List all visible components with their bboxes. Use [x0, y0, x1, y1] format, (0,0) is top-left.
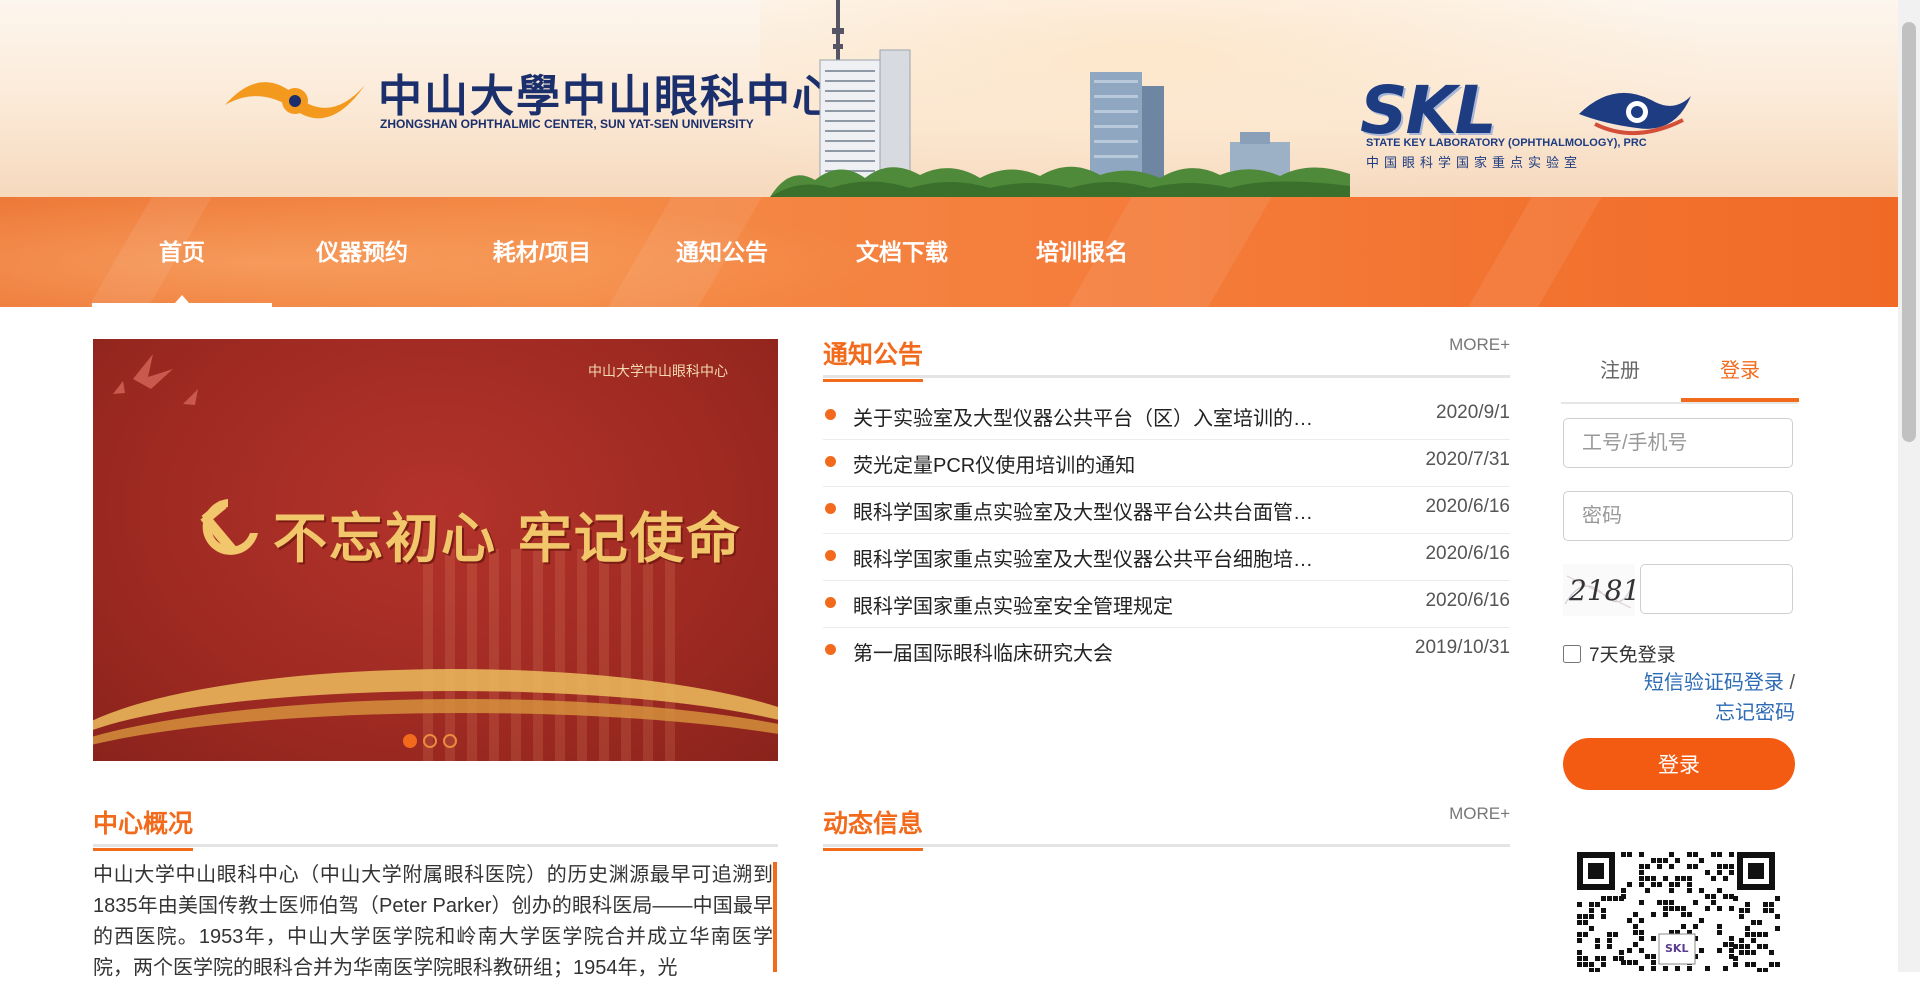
remember-checkbox[interactable]: [1563, 644, 1581, 663]
org-name-cn: 中山大學中山眼科中心: [378, 71, 838, 122]
banner-slider[interactable]: 中山大学中山眼科中心 不忘初心 牢记使命: [93, 339, 778, 761]
slider-mini-logo: 中山大学中山眼科中心: [588, 361, 728, 381]
nav-item-notices[interactable]: 通知公告: [632, 197, 812, 307]
nav-item-label: 培训报名: [1036, 239, 1128, 265]
bullet-icon: [825, 597, 836, 608]
remember-label: 7天免登录: [1589, 645, 1676, 666]
bullet-icon: [825, 409, 836, 420]
header-banner: 中山大學中山眼科中心 ZHONGSHAN OPHTHALMIC CENTER, …: [0, 0, 1898, 197]
nav-item-downloads[interactable]: 文档下载: [812, 197, 992, 307]
bullet-icon: [825, 456, 836, 467]
notice-item[interactable]: 荧光定量PCR仪使用培训的通知 2020/7/31: [823, 440, 1510, 487]
notice-title: 关于实验室及大型仪器公共平台（区）入室培训的…: [853, 408, 1313, 430]
bullet-icon: [825, 644, 836, 655]
notice-date: 2020/6/16: [1425, 543, 1510, 564]
password-input[interactable]: [1563, 491, 1793, 541]
eye-logo-icon: [225, 82, 365, 119]
overview-title: 中心概况: [93, 804, 194, 851]
slider-slogan: 不忘初心 牢记使命: [273, 506, 742, 570]
nav-item-label: 仪器预约: [316, 239, 408, 265]
login-button[interactable]: 登录: [1563, 738, 1795, 790]
notice-title: 眼科学国家重点实验室及大型仪器公共平台细胞培…: [853, 549, 1313, 571]
notice-date: 2020/9/1: [1436, 402, 1510, 423]
org-name-en: ZHONGSHAN OPHTHALMIC CENTER, SUN YAT-SEN…: [380, 117, 754, 131]
notices-header: 通知公告 MORE+: [823, 335, 1510, 382]
tab-register[interactable]: 注册: [1561, 354, 1679, 383]
campus-buildings-image: [770, 0, 1350, 197]
notice-item[interactable]: 眼科学国家重点实验室安全管理规定 2020/6/16: [823, 581, 1510, 628]
overview-scroll-indicator[interactable]: [773, 862, 777, 972]
slider-mini-logo-text: 中山大学中山眼科中心: [588, 363, 728, 379]
bullet-icon: [825, 503, 836, 514]
captcha-code: 2181: [1568, 574, 1635, 607]
notice-date: 2020/7/31: [1425, 449, 1510, 470]
slider-dot[interactable]: [423, 734, 437, 748]
svg-text:SKL: SKL: [1665, 942, 1688, 955]
skl-logo[interactable]: SKL STATE KEY LABORATORY (OPHTHALMOLOGY)…: [1360, 78, 1700, 178]
login-links: 短信验证码登录 / 忘记密码: [1561, 668, 1795, 728]
notices-title: 通知公告: [823, 335, 924, 382]
forgot-password-link[interactable]: 忘记密码: [1715, 702, 1795, 724]
skl-eye-icon: [1579, 92, 1691, 135]
notice-title: 眼科学国家重点实验室安全管理规定: [853, 596, 1173, 618]
main-nav: 首页 仪器预约 耗材/项目 通知公告 文档下载 培训报名: [0, 197, 1898, 307]
notice-date: 2019/10/31: [1414, 637, 1510, 658]
notice-date: 2020/6/16: [1425, 590, 1510, 611]
notices-list: 关于实验室及大型仪器公共平台（区）入室培训的… 2020/9/1 荧光定量PCR仪…: [823, 393, 1510, 675]
notice-item[interactable]: 第一届国际眼科临床研究大会 2019/10/31: [823, 628, 1510, 675]
notice-title: 眼科学国家重点实验室及大型仪器平台公共台面管…: [853, 502, 1313, 524]
nav-item-home[interactable]: 首页: [92, 197, 272, 307]
notice-item[interactable]: 眼科学国家重点实验室及大型仪器公共平台细胞培… 2020/6/16: [823, 534, 1510, 581]
bullet-icon: [825, 550, 836, 561]
nav-item-training[interactable]: 培训报名: [992, 197, 1172, 307]
page-scrollbar[interactable]: [1898, 0, 1920, 972]
link-separator: /: [1789, 672, 1795, 694]
login-tabs: 注册 登录: [1561, 340, 1799, 404]
zhongshan-logo[interactable]: 中山大學中山眼科中心 ZHONGSHAN OPHTHALMIC CENTER, …: [220, 55, 836, 145]
hammer-sickle-icon: [200, 499, 258, 555]
overview-header: 中心概况: [93, 804, 778, 851]
notice-item[interactable]: 关于实验室及大型仪器公共平台（区）入室培训的… 2020/9/1: [823, 393, 1510, 440]
notice-title: 荧光定量PCR仪使用培训的通知: [853, 455, 1136, 477]
nav-item-instrument-booking[interactable]: 仪器预约: [272, 197, 452, 307]
notice-item[interactable]: 眼科学国家重点实验室及大型仪器平台公共台面管… 2020/6/16: [823, 487, 1510, 534]
slider-dot[interactable]: [403, 734, 417, 748]
notices-more-link[interactable]: MORE+: [1449, 335, 1510, 355]
slider-dot[interactable]: [443, 734, 457, 748]
nav-item-label: 首页: [159, 239, 205, 265]
nav-items: 首页 仪器预约 耗材/项目 通知公告 文档下载 培训报名: [92, 197, 1172, 307]
nav-streak: [1468, 197, 1602, 307]
doves-decoration-icon: [113, 354, 198, 405]
skl-letters: SKL: [1360, 72, 1497, 149]
notice-title: 第一届国际眼科临床研究大会: [853, 643, 1113, 665]
qr-code-image: SKL: [1573, 848, 1781, 972]
remember-me[interactable]: 7天免登录: [1563, 640, 1676, 667]
news-more-link[interactable]: MORE+: [1449, 804, 1510, 824]
skl-name-en: STATE KEY LABORATORY (OPHTHALMOLOGY), PR…: [1366, 137, 1647, 149]
nav-item-label: 耗材/项目: [492, 239, 592, 265]
active-caret-icon: [175, 295, 189, 303]
captcha-input[interactable]: [1640, 564, 1793, 614]
sms-login-link[interactable]: 短信验证码登录: [1644, 672, 1784, 694]
skl-name-cn: 中国眼科学国家重点实验室: [1366, 155, 1583, 170]
slider-dots: [403, 734, 457, 748]
overview-text: 中山大学中山眼科中心（中山大学附属眼科医院）的历史渊源最早可追溯到1835年由美…: [93, 864, 773, 979]
nav-item-label: 通知公告: [676, 239, 768, 265]
news-header: 动态信息 MORE+: [823, 804, 1510, 851]
username-input[interactable]: [1563, 418, 1793, 468]
login-panel: 注册 登录 2181 7天免登录 短信验证码登录 / 忘记密码 登录: [1561, 340, 1799, 790]
captcha-image[interactable]: 2181: [1563, 564, 1635, 616]
nav-item-label: 文档下载: [856, 239, 948, 265]
tab-login[interactable]: 登录: [1681, 354, 1799, 402]
nav-item-consumables[interactable]: 耗材/项目: [452, 197, 632, 307]
news-title: 动态信息: [823, 804, 924, 851]
notice-date: 2020/6/16: [1425, 496, 1510, 517]
scrollbar-thumb[interactable]: [1902, 22, 1916, 442]
